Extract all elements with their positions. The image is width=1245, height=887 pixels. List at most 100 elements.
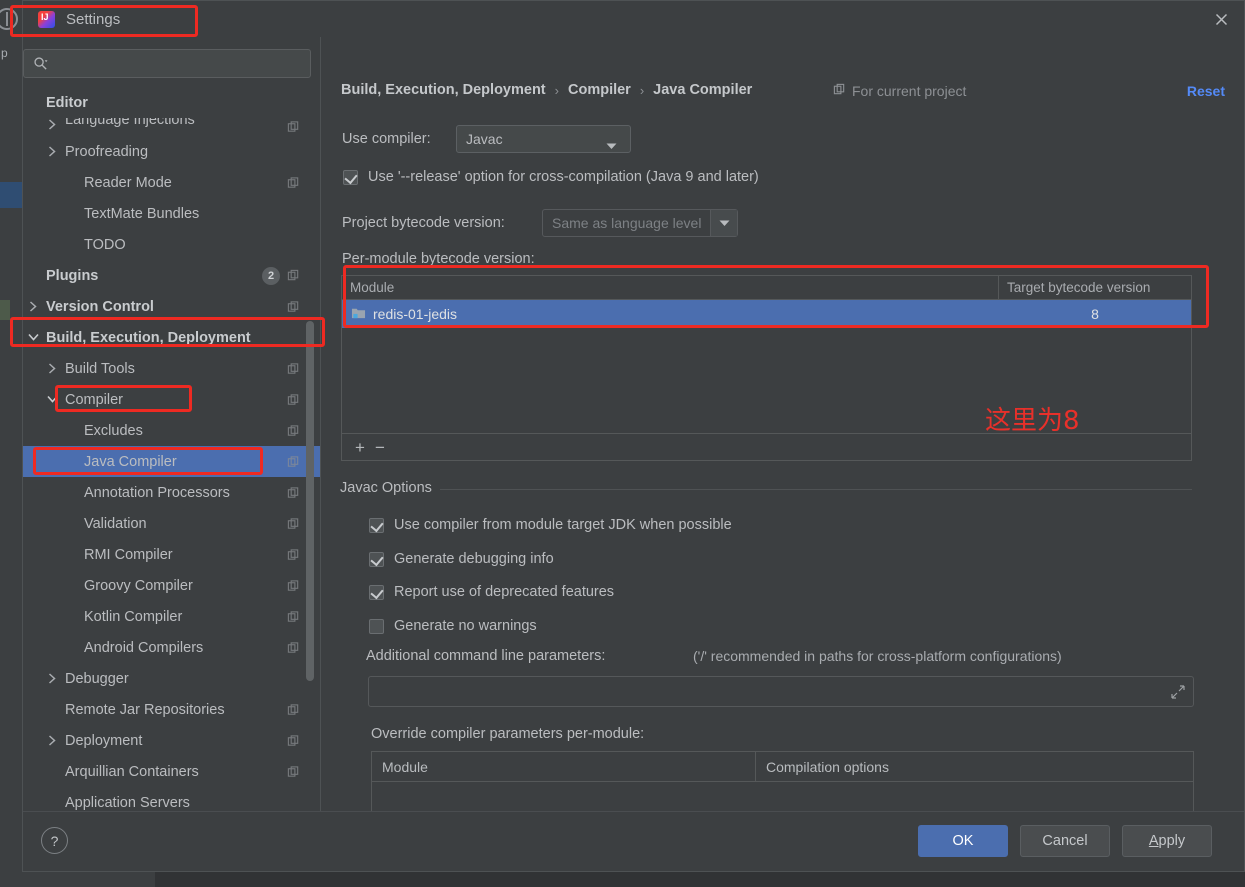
sidebar-item-version-control[interactable]: Version Control <box>23 291 320 322</box>
use-compiler-select[interactable]: Javac <box>456 125 631 153</box>
sidebar-item-debugger[interactable]: Debugger <box>23 663 320 694</box>
table-body: Additional compilation options will be t… <box>372 782 1193 811</box>
sidebar-item-annotation-processors[interactable]: Annotation Processors <box>23 477 320 508</box>
javac-option-checkbox[interactable] <box>369 618 384 634</box>
javac-option-row[interactable]: Generate no warnings <box>369 618 537 634</box>
javac-option-checkbox[interactable] <box>369 584 384 600</box>
javac-option-checkbox[interactable] <box>369 551 384 567</box>
sidebar-item-label: Android Compilers <box>84 639 204 656</box>
project-scope-icon <box>833 83 846 99</box>
chevron-right-icon[interactable] <box>46 734 59 747</box>
release-option-checkbox[interactable] <box>343 169 358 185</box>
sidebar-item-java-compiler[interactable]: Java Compiler <box>23 446 320 477</box>
chevron-right-icon[interactable] <box>46 362 59 375</box>
sidebar-item-build-tools[interactable]: Build Tools <box>23 353 320 384</box>
help-button[interactable]: ? <box>41 827 68 854</box>
chevron-right-icon[interactable] <box>27 300 40 313</box>
sidebar-item-label: Compiler <box>65 391 124 408</box>
chevron-down-icon[interactable] <box>27 331 40 344</box>
table-header: Module Compilation options <box>372 752 1193 782</box>
sidebar-item-label: RMI Compiler <box>84 546 173 563</box>
chevron-right-icon[interactable] <box>46 118 59 131</box>
module-name-cell[interactable]: redis-01-jedis <box>342 306 999 323</box>
sidebar-item-android-compilers[interactable]: Android Compilers <box>23 632 320 663</box>
reset-link[interactable]: Reset <box>1187 83 1225 99</box>
apply-button[interactable]: Apply <box>1122 825 1212 857</box>
cancel-button[interactable]: Cancel <box>1020 825 1110 857</box>
sidebar-item-todo[interactable]: TODO <box>23 229 320 260</box>
column-header-compilation-options[interactable]: Compilation options <box>756 752 1193 781</box>
sidebar-item-arquillian-containers[interactable]: Arquillian Containers <box>23 756 320 787</box>
sidebar-item-rmi-compiler[interactable]: RMI Compiler <box>23 539 320 570</box>
sidebar-item-icons <box>287 610 300 623</box>
sidebar-scrollbar-track[interactable] <box>306 37 317 799</box>
sidebar-item-plugins[interactable]: Plugins 2 <box>23 260 320 291</box>
javac-option-label: Generate debugging info <box>394 551 554 567</box>
remove-module-button[interactable]: − <box>375 439 385 456</box>
column-header-module[interactable]: Module <box>342 276 999 299</box>
breadcrumb-item-1[interactable]: Compiler <box>568 82 631 98</box>
project-scope-icon <box>287 486 300 499</box>
column-header-target-bytecode-version[interactable]: Target bytecode version <box>999 276 1191 299</box>
use-compiler-value: Javac <box>466 131 503 147</box>
search-input[interactable] <box>54 56 310 71</box>
sidebar-item-groovy-compiler[interactable]: Groovy Compiler <box>23 570 320 601</box>
sidebar-item-editor[interactable]: Editor <box>23 87 320 118</box>
additional-params-input[interactable] <box>369 683 1193 700</box>
ok-button[interactable]: OK <box>918 825 1008 857</box>
project-bytecode-version-select[interactable]: Same as language level <box>542 209 738 237</box>
expand-editor-icon[interactable] <box>1171 685 1185 704</box>
sidebar-scrollbar-thumb[interactable] <box>306 321 314 681</box>
sidebar-item-language-injections[interactable]: Language Injections <box>23 118 320 136</box>
sidebar-item-build-execution-deployment[interactable]: Build, Execution, Deployment <box>23 322 320 353</box>
project-scope-icon <box>287 121 300 134</box>
sidebar-item-icons <box>287 641 300 654</box>
sidebar-item-label: Validation <box>84 515 147 532</box>
table-row[interactable]: redis-01-jedis 8 <box>342 300 1191 328</box>
dialog-footer: ? OK Cancel Apply <box>23 811 1244 871</box>
sidebar-item-label: Debugger <box>65 670 129 687</box>
project-scope-icon <box>287 610 300 623</box>
breadcrumb-item-0[interactable]: Build, Execution, Deployment <box>341 82 546 98</box>
release-option-row[interactable]: Use '--release' option for cross-compila… <box>343 169 759 185</box>
sidebar-item-excludes[interactable]: Excludes <box>23 415 320 446</box>
javac-option-row[interactable]: Generate debugging info <box>369 551 554 567</box>
javac-option-checkbox[interactable] <box>369 517 384 533</box>
breadcrumb: Build, Execution, Deployment › Compiler … <box>341 82 752 98</box>
chevron-right-icon[interactable] <box>46 145 59 158</box>
sidebar-item-icons <box>287 393 300 406</box>
column-header-module[interactable]: Module <box>372 752 756 781</box>
sidebar-item-label: Excludes <box>84 422 143 439</box>
chevron-right-icon[interactable] <box>46 672 59 685</box>
sidebar-item-deployment[interactable]: Deployment <box>23 725 320 756</box>
additional-params-field[interactable] <box>368 676 1194 707</box>
sidebar-item-proofreading[interactable]: Proofreading <box>23 136 320 167</box>
sidebar-item-icons <box>287 703 300 716</box>
target-bytecode-version-cell[interactable]: 8 <box>999 306 1191 322</box>
sidebar-item-textmate-bundles[interactable]: TextMate Bundles <box>23 198 320 229</box>
sidebar-item-label: Version Control <box>46 298 154 315</box>
javac-option-row[interactable]: Use compiler from module target JDK when… <box>369 517 732 533</box>
project-scope-icon <box>287 703 300 716</box>
sidebar-item-compiler[interactable]: Compiler <box>23 384 320 415</box>
project-bytecode-version-label: Project bytecode version: <box>342 215 505 231</box>
background-project-label: p <box>1 46 8 60</box>
add-module-button[interactable]: + <box>355 439 365 456</box>
project-scope-icon <box>287 579 300 592</box>
sidebar-item-reader-mode[interactable]: Reader Mode <box>23 167 320 198</box>
javac-option-row[interactable]: Report use of deprecated features <box>369 584 614 600</box>
chevron-down-icon[interactable] <box>46 393 59 406</box>
sidebar-item-validation[interactable]: Validation <box>23 508 320 539</box>
close-icon[interactable] <box>1198 1 1244 37</box>
search-box[interactable] <box>23 49 311 78</box>
sidebar-item-remote-jar-repositories[interactable]: Remote Jar Repositories <box>23 694 320 725</box>
chevron-down-icon[interactable] <box>710 210 737 236</box>
sidebar-item-kotlin-compiler[interactable]: Kotlin Compiler <box>23 601 320 632</box>
